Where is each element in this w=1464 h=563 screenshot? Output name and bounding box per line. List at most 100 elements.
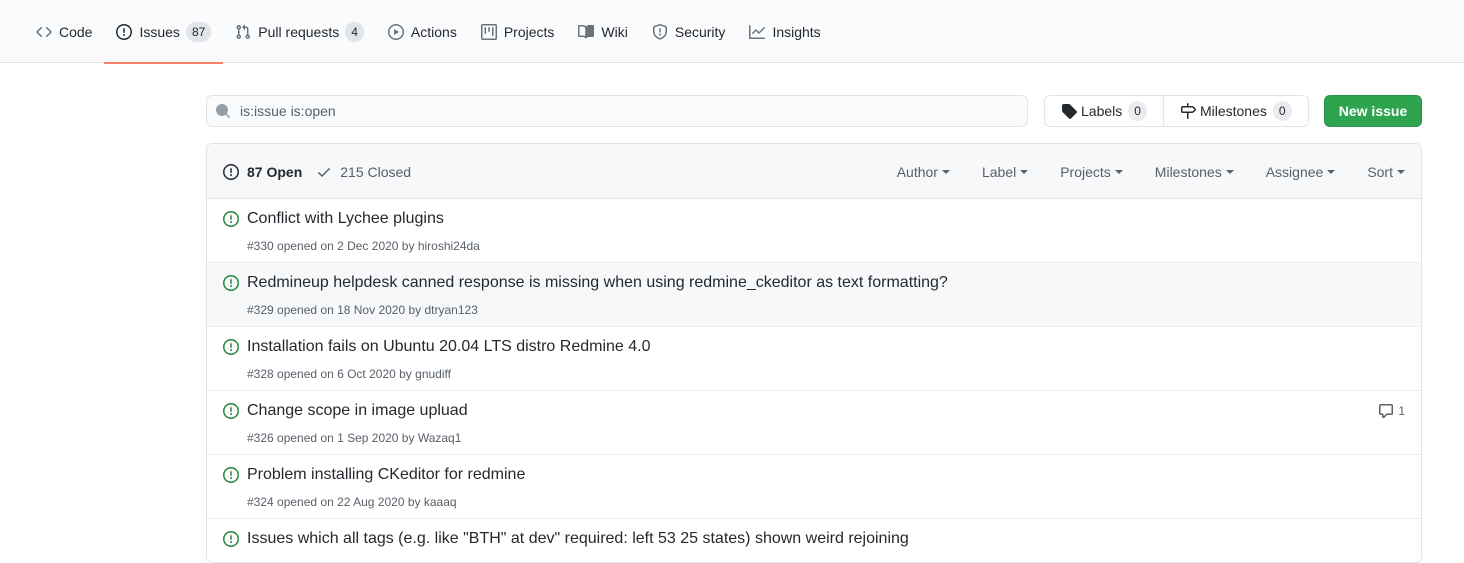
filter-assignee[interactable]: Assignee [1266,164,1336,180]
issue-title-link[interactable]: Redmineup helpdesk canned response is mi… [247,274,948,292]
issue-author-link[interactable]: kaaaq [424,495,457,509]
milestones-button[interactable]: Milestones 0 [1162,96,1308,126]
tab-insights[interactable]: Insights [737,0,832,63]
issue-meta-text: #328 opened on 6 Oct 2020 by [247,367,416,381]
issue-meta: #324 opened on 22 Aug 2020 by kaaaq [247,495,457,509]
issue-title-link[interactable]: Issues which all tags (e.g. like "BTH" a… [247,530,909,548]
tab-projects[interactable]: Projects [469,0,567,63]
git-pull-request-icon [236,24,251,39]
closed-count-label: 215 Closed [340,163,412,180]
issue-title-link[interactable]: Installation fails on Ubuntu 20.04 LTS d… [247,338,651,356]
issues-subnav: Labels 0 Milestones 0 New issue [206,95,1422,127]
issue-title-link[interactable]: Problem installing CKeditor for redmine [247,466,525,484]
tab-issues[interactable]: Issues 87 [104,0,224,64]
issue-row[interactable]: Problem installing CKeditor for redmine … [207,455,1421,519]
issue-row[interactable]: Redmineup helpdesk canned response is mi… [207,263,1421,327]
milestone-icon [1180,103,1196,119]
issue-title-link[interactable]: Change scope in image upluad [247,402,468,420]
shield-icon [652,23,667,40]
open-issues-link[interactable]: 87 Open [223,163,303,180]
filter-label: Projects [1060,163,1111,180]
search-icon [216,104,231,119]
issue-meta-text: #326 opened on 1 Sep 2020 by [247,431,418,445]
caret-down-icon [1114,169,1123,174]
filter-label[interactable]: Label [981,163,1029,180]
caret-down-icon [1327,169,1336,174]
issue-meta: #330 opened on 2 Dec 2020 by hiroshi24da [247,239,480,253]
issue-opened-icon [223,403,239,419]
tab-label: Projects [503,23,555,40]
search-box [206,95,1028,127]
issue-row[interactable]: Change scope in image upluad #326 opened… [207,391,1421,455]
issue-filters: Author Label Projects Milestones Assigne… [865,144,1405,199]
tab-label: Issues [139,23,180,40]
graph-icon [749,24,766,39]
project-icon [480,23,497,40]
issue-opened-icon [223,211,239,227]
play-icon [387,23,404,40]
issues-list-header: 87 Open 215 Closed Author Label Projects… [207,144,1421,199]
issue-author-link[interactable]: hiroshi24da [418,239,480,253]
filter-projects[interactable]: Projects [1060,164,1123,180]
search-input[interactable] [240,103,1000,119]
filter-label: Label [981,163,1017,180]
issue-meta-text: #330 opened on 2 Dec 2020 by [247,239,418,253]
comment-icon [1379,404,1394,418]
labels-label: Labels [1081,103,1123,119]
issue-states: 87 Open 215 Closed [223,144,425,199]
repo-tabs: Code Issues 87 Pull requests 4 Actions P… [24,0,833,64]
issue-comments-link[interactable]: 1 [1378,403,1405,419]
issue-opened-icon [223,163,239,180]
tab-pull-requests[interactable]: Pull requests 4 [223,0,376,63]
issue-author-link[interactable]: gnudiff [415,367,451,381]
issue-row[interactable]: Conflict with Lychee plugins #330 opened… [207,199,1421,263]
caret-down-icon [1397,169,1405,174]
closed-issues-link[interactable]: 215 Closed [316,164,411,180]
issue-opened-icon [223,339,239,355]
tab-label: Wiki [601,23,628,40]
filter-author[interactable]: Author [897,164,950,180]
issue-title-link[interactable]: Conflict with Lychee plugins [247,210,444,228]
tab-actions[interactable]: Actions [376,0,469,63]
tag-icon [1062,104,1077,119]
code-icon [36,26,52,37]
issue-opened-icon [223,467,239,483]
caret-down-icon [1020,169,1029,174]
milestones-label: Milestones [1199,103,1267,119]
tab-wiki[interactable]: Wiki [566,0,639,63]
issues-list: 87 Open 215 Closed Author Label Projects… [206,143,1422,563]
issue-author-link[interactable]: dtryan123 [424,303,477,317]
repo-nav: Code Issues 87 Pull requests 4 Actions P… [0,0,1464,64]
filter-sort[interactable]: Sort [1367,164,1405,180]
tab-label: Pull requests [258,23,340,40]
comment-count: 1 [1398,404,1405,418]
tab-security[interactable]: Security [640,0,738,63]
issue-meta-text: #329 opened on 18 Nov 2020 by [247,303,425,317]
tab-code[interactable]: Code [24,0,104,63]
issue-row[interactable]: Issues which all tags (e.g. like "BTH" a… [207,519,1421,562]
issue-row[interactable]: Installation fails on Ubuntu 20.04 LTS d… [207,327,1421,391]
filter-milestones[interactable]: Milestones [1155,164,1234,180]
issue-meta: #326 opened on 1 Sep 2020 by Wazaq1 [247,431,461,445]
labels-button[interactable]: Labels 0 [1045,96,1163,126]
issue-meta: #328 opened on 6 Oct 2020 by gnudiff [247,367,451,381]
book-icon [578,24,595,38]
issue-meta-text: #324 opened on 22 Aug 2020 by [247,495,424,509]
labels-counter: 0 [1128,101,1147,121]
tab-label: Code [59,23,93,40]
open-count-label: 87 Open [247,163,303,180]
labels-milestones-group: Labels 0 Milestones 0 [1044,95,1309,127]
tab-label: Security [674,23,726,40]
issue-opened-icon [223,275,239,291]
issue-opened-icon [223,531,239,547]
filter-label: Author [896,163,938,180]
issue-author-link[interactable]: Wazaq1 [418,431,462,445]
check-icon [318,167,331,177]
filter-label: Milestones [1154,163,1222,180]
issues-counter: 87 [185,21,212,42]
issue-opened-icon [116,23,133,40]
new-issue-button[interactable]: New issue [1324,95,1422,127]
tab-label: Actions [410,23,457,40]
pull-requests-counter: 4 [345,21,364,42]
filter-label: Assignee [1265,163,1324,180]
